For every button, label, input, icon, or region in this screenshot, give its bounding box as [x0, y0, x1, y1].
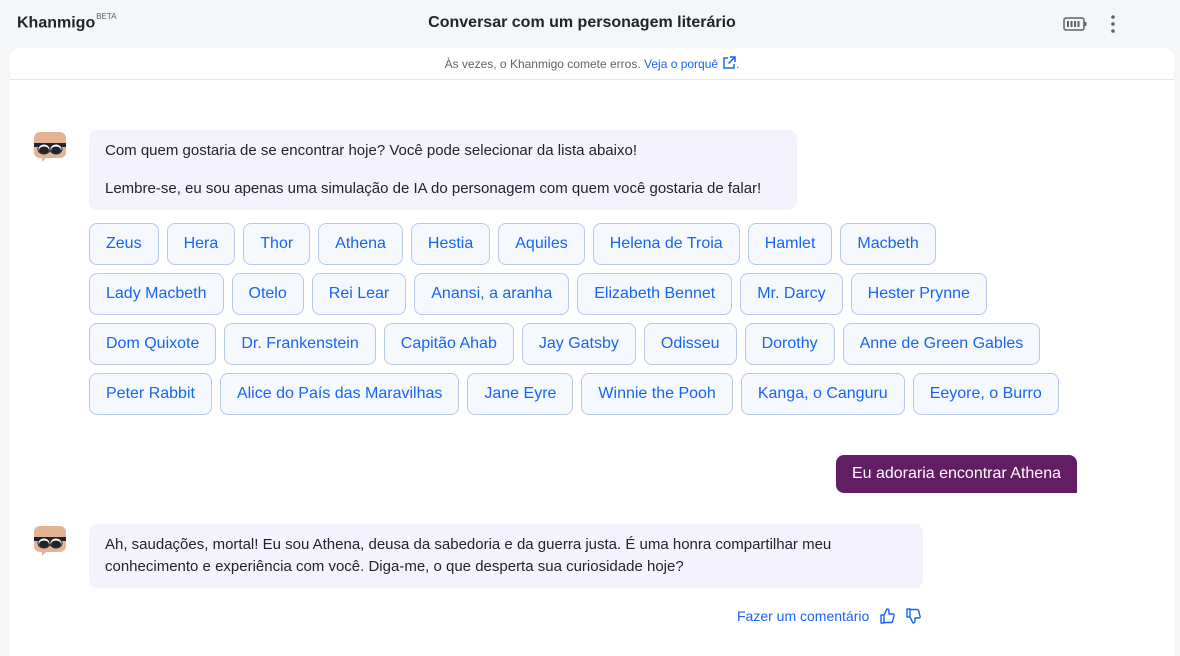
feedback-link[interactable]: Fazer um comentário — [737, 606, 869, 626]
feedback-bar: Fazer um comentário — [737, 606, 922, 626]
character-option-button[interactable]: Peter Rabbit — [89, 373, 212, 415]
character-option-button[interactable]: Winnie the Pooh — [581, 373, 733, 415]
bot-message: Com quem gostaria de se encontrar hoje? … — [89, 130, 797, 210]
character-option-button[interactable]: Kanga, o Canguru — [740, 373, 905, 415]
character-option-button[interactable]: Otelo — [231, 273, 304, 315]
character-option-button[interactable]: Helena de Troia — [592, 223, 740, 265]
battery-icon[interactable] — [1063, 16, 1087, 32]
bot-message-line: Ah, saudações, mortal! Eu sou Athena, de… — [105, 536, 832, 575]
kebab-menu-icon[interactable] — [1104, 14, 1122, 34]
character-option-button[interactable]: Thor — [243, 223, 311, 265]
character-option-button[interactable]: Dom Quixote — [89, 323, 217, 365]
disclaimer-notice: Às vezes, o Khanmigo comete erros. Veja … — [10, 48, 1174, 80]
character-option-button[interactable]: Jane Eyre — [467, 373, 574, 415]
character-option-row: Zeus Hera Thor Athena Hestia Aquiles Helena de… — [89, 223, 1049, 265]
character-option-button[interactable]: Eeyore, o Burro — [912, 373, 1059, 415]
external-link-icon — [723, 56, 736, 69]
character-option-button[interactable]: Aquiles — [498, 223, 585, 265]
thumbs-up-icon[interactable] — [879, 608, 896, 624]
character-option-button[interactable]: Mr. Darcy — [740, 273, 843, 315]
learn-why-label: Veja o porquê — [644, 57, 719, 71]
disclaimer-suffix: . — [736, 57, 740, 71]
top-bar: KhanmigoBETA Conversar com um personagem… — [0, 0, 1180, 48]
character-option-button[interactable]: Hamlet — [747, 223, 833, 265]
character-option-row: Peter Rabbit Alice do País das Maravilhas… — [89, 373, 1059, 415]
character-option-button[interactable]: Jay Gatsby — [521, 323, 636, 365]
character-option-button[interactable]: Macbeth — [840, 223, 936, 265]
character-option-button[interactable]: Dorothy — [744, 323, 835, 365]
page-title: Conversar com um personagem literário — [428, 14, 736, 31]
character-option-row: Lady Macbeth Otelo Rei Lear Anansi, a aranh… — [89, 273, 1049, 315]
bot-message-line: Lembre-se, eu sou apenas uma simulação d… — [105, 180, 762, 197]
bot-message-line: Com quem gostaria de se encontrar hoje? … — [105, 142, 637, 159]
bot-message: Ah, saudações, mortal! Eu sou Athena, de… — [89, 524, 923, 588]
character-option-button[interactable]: Hestia — [410, 223, 491, 265]
character-option-row: Dom Quixote Dr. Frankenstein Capitão Ahab J… — [89, 323, 1049, 365]
character-option-button[interactable]: Elizabeth Bennet — [577, 273, 733, 315]
character-option-button[interactable]: Athena — [318, 223, 403, 265]
thumbs-down-icon[interactable] — [905, 608, 922, 624]
character-option-button[interactable]: Hester Prynne — [850, 273, 987, 315]
character-option-button[interactable]: Anne de Green Gables — [842, 323, 1041, 365]
khanmigo-avatar-icon — [34, 132, 66, 162]
character-option-button[interactable]: Dr. Frankenstein — [224, 323, 376, 365]
user-message: Eu adoraria encontrar Athena — [835, 455, 1077, 493]
character-options: Zeus Hera Thor Athena Hestia Aquiles Helena de… — [89, 223, 1059, 423]
character-option-button[interactable]: Rei Lear — [311, 273, 407, 315]
khanmigo-avatar-icon — [34, 526, 66, 556]
learn-why-link[interactable]: Veja o porquê — [644, 56, 736, 71]
character-option-button[interactable]: Anansi, a aranha — [414, 273, 570, 315]
disclaimer-text: Às vezes, o Khanmigo comete erros. — [444, 57, 641, 71]
character-option-button[interactable]: Hera — [166, 223, 236, 265]
character-option-button[interactable]: Alice do País das Maravilhas — [219, 373, 460, 415]
character-option-button[interactable]: Zeus — [89, 223, 159, 265]
character-option-button[interactable]: Odisseu — [643, 323, 737, 365]
character-option-button[interactable]: Capitão Ahab — [383, 323, 514, 365]
character-option-button[interactable]: Lady Macbeth — [89, 273, 224, 315]
